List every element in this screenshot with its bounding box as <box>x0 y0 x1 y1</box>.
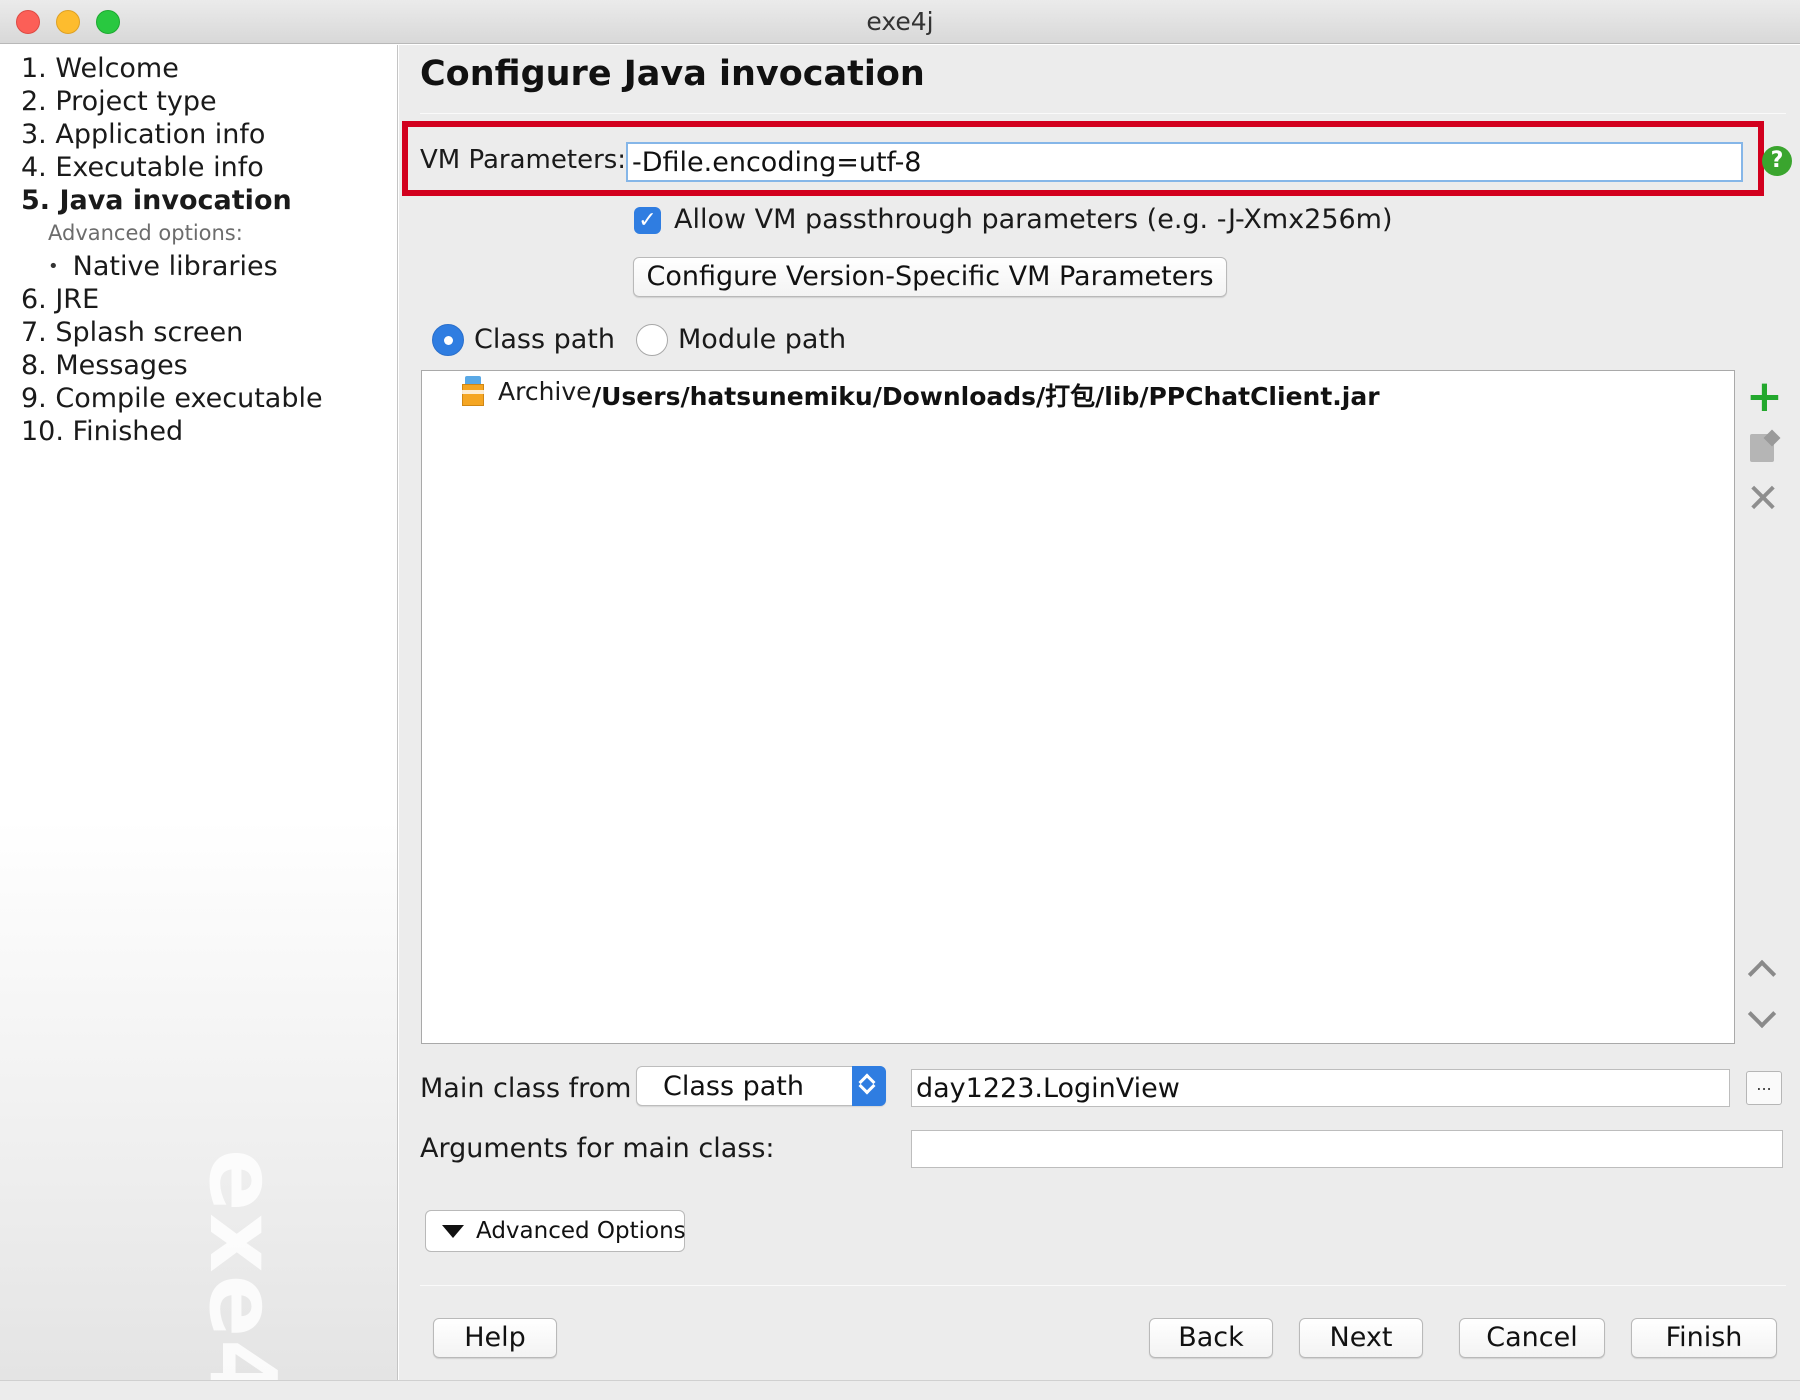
chevron-up-icon[interactable] <box>1746 952 1780 989</box>
cancel-button[interactable]: Cancel <box>1459 1318 1605 1358</box>
back-button[interactable]: Back <box>1149 1318 1273 1358</box>
class-path-radio-label[interactable]: Class path <box>474 324 615 355</box>
step-native-libraries-label: Native libraries <box>72 251 278 282</box>
help-button[interactable]: Help <box>433 1318 557 1358</box>
step-jre[interactable]: 6. JRE <box>21 284 99 315</box>
advanced-options-button-label: Advanced Options <box>476 1218 686 1244</box>
step-messages[interactable]: 8. Messages <box>21 350 188 381</box>
arguments-label: Arguments for main class: <box>420 1133 775 1164</box>
step-executable-info[interactable]: 4. Executable info <box>21 152 264 183</box>
step-compile-executable[interactable]: 9. Compile executable <box>21 383 323 414</box>
vm-parameters-label: VM Parameters: <box>420 145 627 175</box>
step-project-type[interactable]: 2. Project type <box>21 86 217 117</box>
vm-parameters-input[interactable] <box>626 142 1743 182</box>
next-button[interactable]: Next <box>1299 1318 1423 1358</box>
module-path-radio-label[interactable]: Module path <box>678 324 846 355</box>
wizard-steps-sidebar: 1. Welcome 2. Project type 3. Applicatio… <box>0 45 398 1400</box>
advanced-options-button[interactable]: Advanced Options <box>425 1210 686 1252</box>
arguments-input[interactable] <box>911 1130 1783 1168</box>
chevron-updown-icon <box>852 1066 886 1106</box>
advanced-options-heading: Advanced options: <box>48 221 243 245</box>
classpath-entry-type[interactable]: Archive <box>498 377 592 406</box>
exe4j-watermark-logo: exe4j <box>189 1149 296 1400</box>
step-finished[interactable]: 10. Finished <box>21 416 183 447</box>
passthrough-checkbox-label[interactable]: Allow VM passthrough parameters (e.g. -J… <box>674 204 1393 235</box>
step-application-info[interactable]: 3. Application info <box>21 119 265 150</box>
chevron-down-icon[interactable] <box>1746 999 1780 1036</box>
main-class-source-value: Class path <box>663 1071 804 1102</box>
finish-button[interactable]: Finish <box>1631 1318 1777 1358</box>
step-splash-screen[interactable]: 7. Splash screen <box>21 317 243 348</box>
step-welcome[interactable]: 1. Welcome <box>21 53 179 84</box>
step-native-libraries[interactable]: • Native libraries <box>48 251 278 282</box>
browse-main-class-button[interactable]: ... <box>1746 1071 1782 1105</box>
module-path-radio[interactable] <box>636 324 668 356</box>
title-separator <box>420 113 1786 114</box>
configure-version-specific-vm-parameters-button[interactable]: Configure Version-Specific VM Parameters <box>633 257 1227 297</box>
page-title: Configure Java invocation <box>420 54 925 94</box>
plus-icon[interactable]: + <box>1746 375 1783 419</box>
main-class-source-select[interactable]: Class path <box>636 1066 886 1106</box>
bullet-icon: • <box>48 256 59 277</box>
window-bottom-edge <box>0 1380 1800 1400</box>
footer-separator <box>420 1285 1786 1286</box>
title-bar: exe4j <box>0 0 1800 44</box>
x-icon[interactable]: ✕ <box>1746 479 1780 519</box>
classpath-list[interactable] <box>421 370 1735 1044</box>
jar-archive-icon <box>462 376 484 406</box>
classpath-entry-path[interactable]: /Users/hatsunemiku/Downloads/打包/lib/PPCh… <box>592 377 1380 413</box>
main-class-from-label: Main class from <box>420 1073 632 1104</box>
window-title: exe4j <box>866 7 934 36</box>
edit-icon[interactable] <box>1746 429 1781 464</box>
triangle-down-icon <box>442 1225 464 1238</box>
passthrough-checkbox[interactable]: ✓ <box>634 207 661 234</box>
step-java-invocation[interactable]: 5. Java invocation <box>21 185 292 216</box>
class-path-radio[interactable] <box>432 324 464 356</box>
main-class-input[interactable] <box>911 1069 1730 1107</box>
question-circle-icon[interactable]: ? <box>1762 146 1792 176</box>
